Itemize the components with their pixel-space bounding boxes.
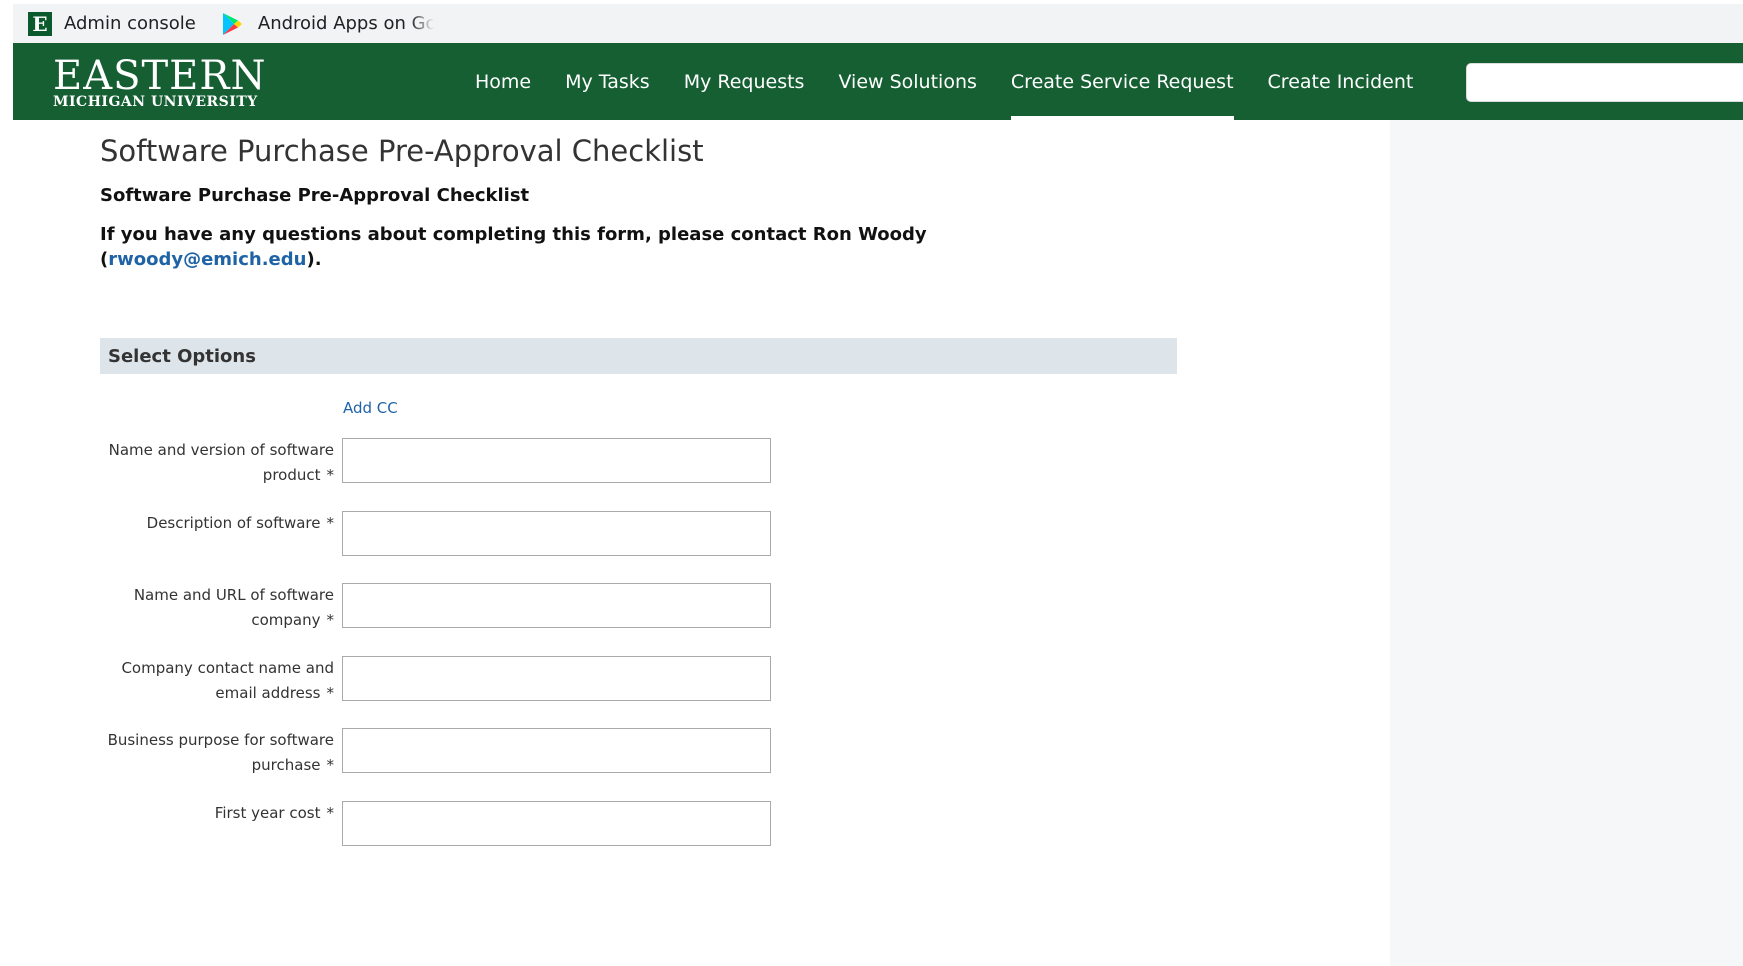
required-marker: * xyxy=(326,756,335,774)
logo-wordmark: EASTERN xyxy=(53,53,267,99)
right-side-panel xyxy=(1390,120,1743,966)
logo-subtext: MICHIGAN UNIVERSITY xyxy=(53,94,258,110)
emu-logo[interactable]: EASTERN MICHIGAN UNIVERSITY xyxy=(53,56,266,110)
nav-create-service-request[interactable]: Create Service Request xyxy=(1010,43,1234,120)
field-label-text: Name and version of software product xyxy=(108,441,334,484)
browser-window: E Admin console Android Apps on Goo EAST… xyxy=(13,4,1743,966)
bookmark-admin-console[interactable]: E Admin console xyxy=(28,4,196,43)
required-marker: * xyxy=(326,466,335,484)
main-nav: Home My Tasks My Requests View Solutions… xyxy=(475,43,1447,120)
field-row-software-name: Name and version of software product * xyxy=(100,438,800,488)
nav-my-requests[interactable]: My Requests xyxy=(684,43,805,120)
field-label: Name and version of software product * xyxy=(100,438,334,488)
business-purpose-input[interactable] xyxy=(342,728,771,773)
required-marker: * xyxy=(326,514,335,532)
nav-home[interactable]: Home xyxy=(475,43,531,120)
bookmark-android-apps[interactable]: Android Apps on Goo xyxy=(218,4,434,43)
field-label: First year cost * xyxy=(100,801,334,826)
required-marker: * xyxy=(326,804,335,822)
nav-my-tasks[interactable]: My Tasks xyxy=(565,43,650,120)
contact-tail: ). xyxy=(306,249,322,270)
window-edge xyxy=(0,0,13,966)
field-label: Description of software * xyxy=(100,511,334,536)
nav-create-incident[interactable]: Create Incident xyxy=(1268,43,1414,120)
company-contact-input[interactable] xyxy=(342,656,771,701)
section-title: Select Options xyxy=(108,345,256,367)
section-header: Select Options xyxy=(100,338,1177,374)
contact-email-link[interactable]: rwoody@emich.edu xyxy=(108,249,306,270)
bookmark-label: Admin console xyxy=(64,13,196,34)
required-marker: * xyxy=(326,684,335,702)
search-input[interactable] xyxy=(1466,63,1743,102)
field-row-first-year-cost: First year cost * xyxy=(100,801,800,851)
field-label-text: First year cost xyxy=(214,804,321,822)
required-marker: * xyxy=(326,611,335,629)
first-year-cost-input[interactable] xyxy=(342,801,771,846)
field-label: Company contact name and email address * xyxy=(100,656,334,706)
field-row-company-url: Name and URL of software company * xyxy=(100,583,800,633)
field-row-business-purpose: Business purpose for software purchase * xyxy=(100,728,800,778)
nav-view-solutions[interactable]: View Solutions xyxy=(838,43,976,120)
field-label-text: Business purpose for software purchase xyxy=(107,731,334,774)
field-label: Business purpose for software purchase * xyxy=(100,728,334,778)
contact-note: If you have any questions about completi… xyxy=(100,222,1000,272)
field-label: Name and URL of software company * xyxy=(100,583,334,633)
bookmarks-bar: E Admin console Android Apps on Goo xyxy=(13,4,1743,43)
emu-e-icon: E xyxy=(28,11,52,36)
field-label-text: Description of software xyxy=(146,514,321,532)
form-subtitle: Software Purchase Pre-Approval Checklist xyxy=(100,185,530,206)
page-title: Software Purchase Pre-Approval Checklist xyxy=(100,134,704,168)
field-label-text: Company contact name and email address xyxy=(121,659,334,702)
bookmark-label: Android Apps on Goo xyxy=(257,13,434,34)
field-row-company-contact: Company contact name and email address * xyxy=(100,656,800,706)
add-cc-link[interactable]: Add CC xyxy=(343,399,398,417)
software-name-input[interactable] xyxy=(342,438,771,483)
field-label-text: Name and URL of software company xyxy=(133,586,334,629)
company-url-input[interactable] xyxy=(342,583,771,628)
description-input[interactable] xyxy=(342,511,771,556)
site-header: EASTERN MICHIGAN UNIVERSITY Home My Task… xyxy=(13,43,1743,120)
field-row-description: Description of software * xyxy=(100,511,800,561)
google-play-icon xyxy=(218,10,246,38)
